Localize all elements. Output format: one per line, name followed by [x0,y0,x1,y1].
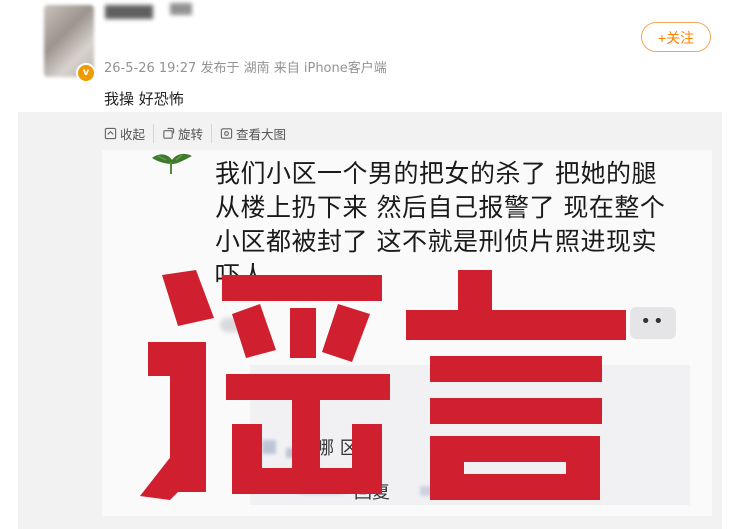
follow-button[interactable]: +关注 [641,22,711,52]
username-blurred[interactable] [105,5,153,19]
collapse-button[interactable]: 收起 [104,124,155,143]
rotate-icon [163,127,175,139]
more-options-button[interactable]: •• [630,307,676,339]
rumor-stamp: 谣言 [140,270,630,500]
username-blurred-extra [170,3,192,15]
post-text: 我操 好恐怖 [104,90,184,108]
view-large-image-label: 查看大图 [236,127,287,142]
rotate-button[interactable]: 旋转 [162,124,213,143]
rumor-stamp-graphic [140,270,626,500]
verified-badge-icon: v [76,63,96,83]
screenshot-line-2: 从楼上扔下来 然后自己报警了 现在整个 [215,193,666,222]
rotate-label: 旋转 [178,127,204,142]
collapse-icon [104,127,117,140]
plant-decoration-icon [152,153,192,174]
screenshot-line-3: 小区都被封了 这不就是刑侦片照进现实 [215,227,657,256]
screenshot-line-1: 我们小区一个男的把女的杀了 把她的腿 [215,159,657,188]
collapse-label: 收起 [120,127,146,142]
image-actions-bar: 收起 旋转 查看大图 [104,124,302,143]
post-meta: 26-5-26 19:27 发布于 湖南 来自 iPhone客户端 [104,61,387,76]
image-icon [220,128,233,139]
view-large-image-button[interactable]: 查看大图 [220,124,294,143]
